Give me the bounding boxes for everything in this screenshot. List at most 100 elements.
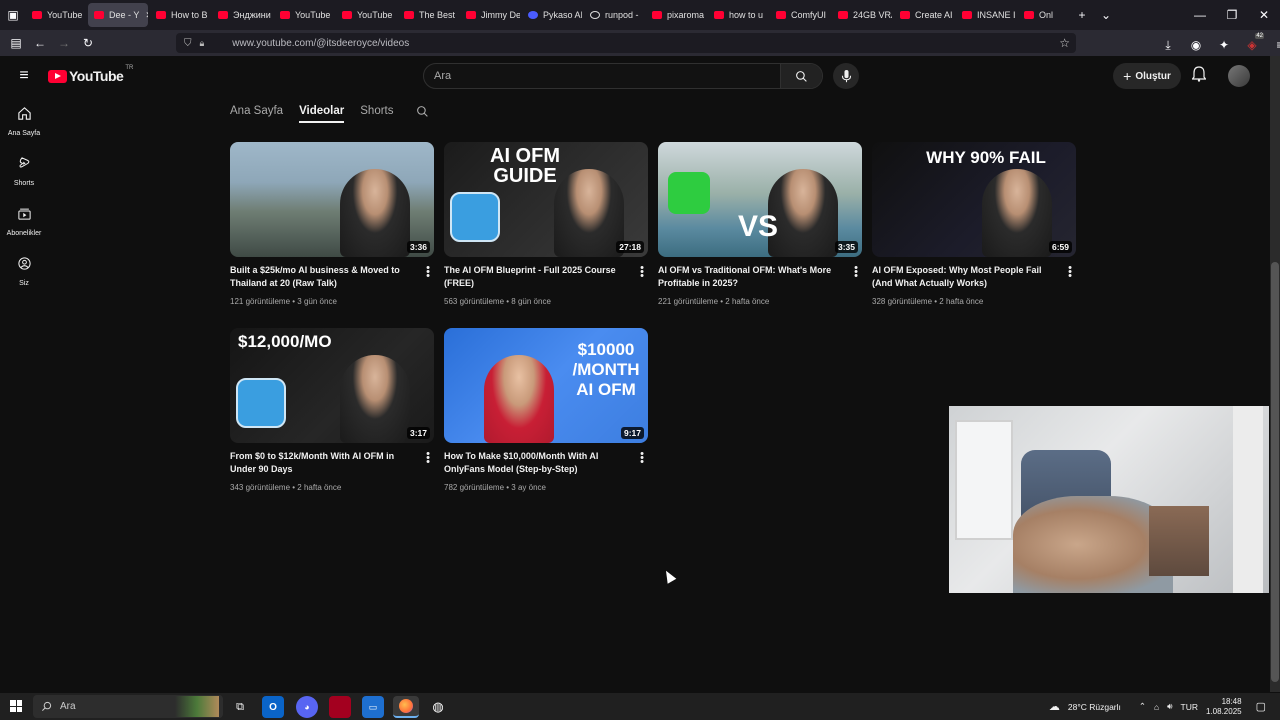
extensions-icon[interactable]: ✦ [1212,33,1236,57]
discord-app-icon[interactable]: ◕ [296,696,318,718]
more-options-icon[interactable]: • • • [424,449,432,468]
video-views: 782 görüntüleme [444,483,505,492]
video-card[interactable]: AI OFM GUIDE 27:18 The AI OFM Blueprint - … [444,142,648,306]
tab-shorts[interactable]: Shorts [360,105,393,117]
language-indicator[interactable]: TUR [1181,702,1198,712]
forward-button[interactable]: → [52,31,76,55]
browser-tab[interactable]: Dee - Y ✕ [88,3,148,27]
taskbar-search[interactable]: Ara [33,695,223,718]
video-card[interactable]: WHY 90% FAIL 6:59 AI OFM Exposed: Why Most… [872,142,1076,306]
notifications-icon[interactable]: ▢ [1256,700,1266,713]
browser-tab[interactable]: YouTube [26,3,86,27]
windows-start-icon[interactable] [10,700,22,712]
app-blue-window-icon[interactable]: ▭ [362,696,384,718]
browser-tab-label: The Best [419,10,456,20]
browser-tab[interactable]: ComfyUI [770,3,830,27]
tab-home[interactable]: Ana Sayfa [230,105,283,117]
channel-search-icon[interactable] [416,105,429,118]
minimize-button[interactable]: — [1184,3,1216,27]
search-button[interactable] [780,64,822,88]
browser-tab[interactable]: Энджини [212,3,272,27]
video-card[interactable]: $12,000/MO 3:17 From $0 to $12k/Month With… [230,328,434,492]
browser-tab[interactable]: how to u [708,3,768,27]
browser-tab-label: Onl [1039,10,1054,20]
task-view-icon[interactable]: ⧉ [229,696,251,718]
video-title[interactable]: From $0 to $12k/Month With AI OFM in Und… [230,450,416,476]
video-thumbnail[interactable]: WHY 90% FAIL 6:59 [872,142,1076,257]
close-window-button[interactable]: ✕ [1248,3,1280,27]
downloads-icon[interactable]: ⤓ [1156,33,1180,57]
more-options-icon[interactable]: • • • [638,449,646,468]
restore-button[interactable]: ❐ [1216,3,1248,27]
create-button[interactable]: + Oluştur [1113,63,1181,89]
video-title[interactable]: The AI OFM Blueprint - Full 2025 Course … [444,264,630,290]
tab-videos[interactable]: Videolar [299,105,345,123]
video-thumbnail[interactable]: 3:36 [230,142,434,257]
more-options-icon[interactable]: • • • [1066,263,1074,282]
browser-tab[interactable]: runpod - [584,3,644,27]
voice-search-button[interactable] [833,63,859,89]
browser-tab[interactable]: YouTube [336,3,396,27]
create-label: Oluştur [1135,70,1171,82]
tab-overflow-icon[interactable]: ⌄ [1094,3,1118,27]
clock[interactable]: 18:48 1.08.2025 [1206,697,1242,717]
thumbnail-text: VS [738,210,779,243]
browser-tab[interactable]: Onl [1018,3,1066,27]
browser-tab[interactable]: Create AI [894,3,954,27]
video-title[interactable]: Built a $25k/mo AI business & Moved to T… [230,264,416,290]
browser-tab[interactable]: How to B [150,3,210,27]
extension-badge: 42 [1255,33,1264,39]
video-title[interactable]: How To Make $10,000/Month With AI OnlyFa… [444,450,630,476]
sidebar-item-subscriptions[interactable]: Abonelikler [0,196,48,246]
video-thumbnail[interactable]: AI OFM GUIDE 27:18 [444,142,648,257]
video-card[interactable]: $10000 /MONTH AI OFM 9:17 How To Make $10,… [444,328,648,492]
tab-close-icon[interactable]: ✕ [145,10,148,21]
video-card[interactable]: 3:36 Built a $25k/mo AI business & Moved … [230,142,434,306]
search-input[interactable]: Ara [434,70,780,82]
browser-tab[interactable]: 24GB VRA [832,3,892,27]
new-tab-button[interactable]: + [1070,3,1094,27]
avatar[interactable] [1228,65,1250,87]
more-options-icon[interactable]: • • • [638,263,646,282]
video-card[interactable]: VS 3:35 AI OFM vs Traditional OFM: What's … [658,142,862,306]
url-bar[interactable]: ⛉ 🔒︎ www.youtube.com/@itsdeeroyce/videos… [176,33,1076,53]
bookmark-star-icon[interactable]: ☆ [1059,36,1070,50]
outlook-app-icon[interactable]: O [262,696,284,718]
menu-icon[interactable]: ≡ [1268,33,1280,57]
sidebar-item-you[interactable]: Siz [0,246,48,296]
reload-button[interactable]: ↻ [76,31,100,55]
browser-tab[interactable]: INSANE I [956,3,1016,27]
network-icon[interactable]: ⌂ [1154,702,1159,712]
hamburger-menu-icon[interactable]: ≡ [12,64,36,88]
more-options-icon[interactable]: • • • [852,263,860,282]
youtube-logo[interactable]: YouTube TR [48,65,133,84]
sidebar-item-shorts[interactable]: Shorts [0,146,48,196]
weather-icon: ☁ [1048,701,1060,713]
notifications-bell-icon[interactable] [1191,66,1207,85]
browser-tab[interactable]: Jimmy De [460,3,520,27]
sidebar-toggle-icon[interactable]: ▤ [4,31,28,55]
more-options-icon[interactable]: • • • [424,263,432,282]
sidebar-item-home[interactable]: Ana Sayfa [0,96,48,146]
firefox-app-icon[interactable] [393,696,419,718]
weather-text[interactable]: 28°C Rüzgarlı [1068,702,1121,712]
video-thumbnail[interactable]: $12,000/MO 3:17 [230,328,434,443]
video-thumbnail[interactable]: $10000 /MONTH AI OFM 9:17 [444,328,648,443]
tray-overflow-icon[interactable]: ⌃ [1139,701,1146,712]
browser-tab[interactable]: Pykaso AI [522,3,582,27]
video-title[interactable]: AI OFM vs Traditional OFM: What's More P… [658,264,844,290]
browser-tab[interactable]: The Best [398,3,458,27]
scrollbar-thumb[interactable] [1271,262,1279,682]
account-icon[interactable]: ◉ [1184,33,1208,57]
browser-tab[interactable]: pixaroma [646,3,706,27]
video-title[interactable]: AI OFM Exposed: Why Most People Fail (An… [872,264,1058,290]
browser-tab[interactable]: YouTube [274,3,334,27]
volume-icon[interactable]: 🔊︎ [1167,701,1172,712]
page-scrollbar[interactable] [1270,56,1280,692]
tab-list-icon[interactable]: ▣ [0,3,26,27]
extension-ublock-icon[interactable]: ◈ 42 [1240,33,1264,57]
back-button[interactable]: ← [28,31,52,55]
video-thumbnail[interactable]: VS 3:35 [658,142,862,257]
app-red-icon[interactable] [329,696,351,718]
obs-app-icon[interactable]: ◍ [427,696,449,718]
